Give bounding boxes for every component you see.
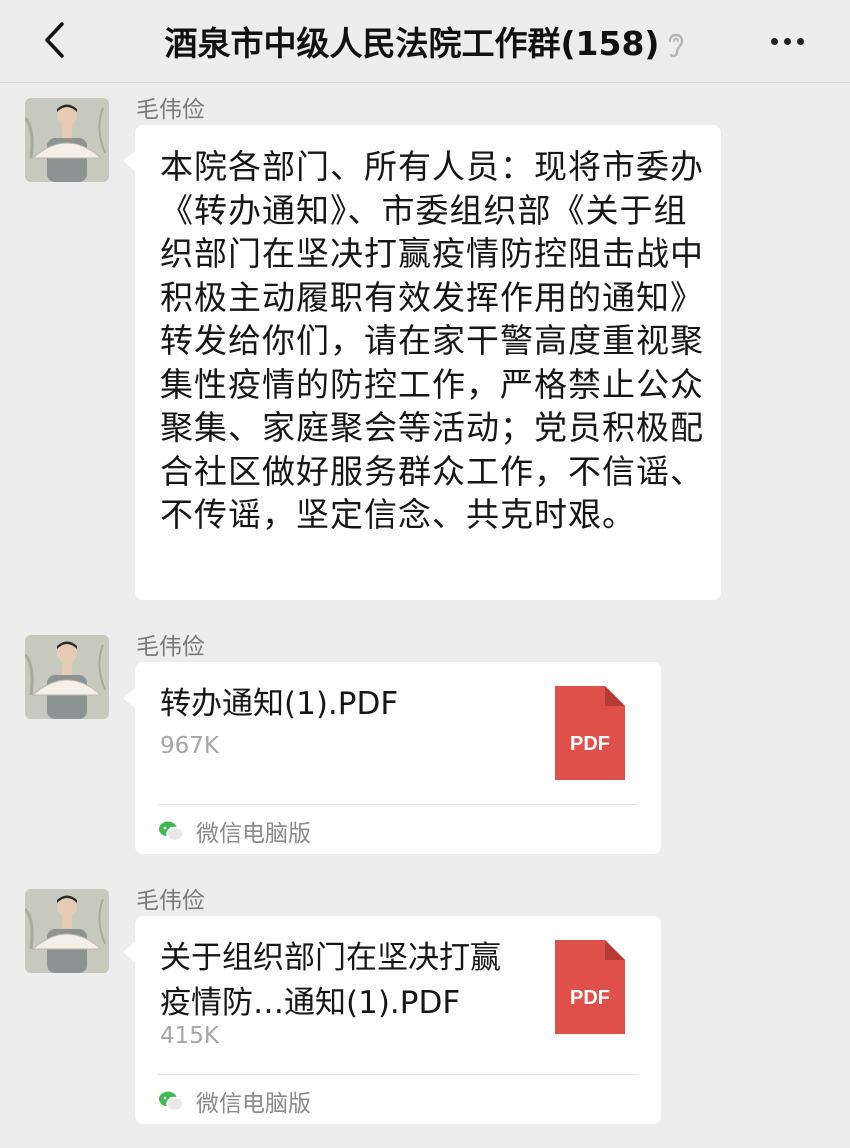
divider xyxy=(158,804,638,805)
avatar-image xyxy=(25,98,109,182)
source-app: 微信电脑版 xyxy=(158,814,311,848)
pdf-label: PDF xyxy=(570,733,610,755)
text-bubble[interactable]: 本院各部门、所有人员：现将市委办《转办通知》、市委组织部《关于组织部门在坚决打赢… xyxy=(123,125,721,600)
more-dot xyxy=(796,37,804,45)
more-options-button[interactable] xyxy=(762,24,812,58)
file-name: 转办通知(1).PDF xyxy=(160,686,399,722)
sender-name: 毛伟俭 xyxy=(136,97,205,123)
chat-title-wrap: 酒泉市中级人民法院工作群(158) xyxy=(0,0,850,82)
message-body: 本院各部门、所有人员：现将市委办《转办通知》、市委组织部《关于组织部门在坚决打赢… xyxy=(160,147,704,534)
file-bubble[interactable]: 关于组织部门在坚决打赢疫情防…通知(1).PDF 415K PDF 微信电脑版 xyxy=(123,916,661,1124)
file-size: 967K xyxy=(160,733,219,759)
chat-header: 酒泉市中级人民法院工作群(158) xyxy=(0,0,850,83)
file-name: 关于组织部门在坚决打赢疫情防…通知(1).PDF xyxy=(160,940,501,1021)
divider xyxy=(158,1074,638,1075)
source-label: 微信电脑版 xyxy=(196,1091,311,1117)
sender-name: 毛伟俭 xyxy=(136,888,205,914)
file-size: 415K xyxy=(160,1023,219,1049)
ear-icon xyxy=(668,33,683,58)
source-label: 微信电脑版 xyxy=(196,821,311,847)
file-bubble[interactable]: 转办通知(1).PDF 967K PDF 微信电脑版 xyxy=(123,662,661,854)
source-app: 微信电脑版 xyxy=(158,1084,311,1118)
more-dots-icon xyxy=(770,37,778,45)
avatar[interactable] xyxy=(25,98,109,182)
avatar-image xyxy=(25,889,109,973)
avatar[interactable] xyxy=(25,635,109,719)
wechat-icon xyxy=(159,821,184,842)
avatar-image xyxy=(25,635,109,719)
pdf-label: PDF xyxy=(570,987,610,1009)
pdf-file-icon: PDF xyxy=(555,686,625,780)
chat-title: 酒泉市中级人民法院工作群(158) xyxy=(164,24,660,63)
pdf-file-icon: PDF xyxy=(555,940,625,1034)
more-dot xyxy=(783,37,791,45)
sender-name: 毛伟俭 xyxy=(136,634,205,660)
avatar[interactable] xyxy=(25,889,109,973)
wechat-icon xyxy=(159,1091,184,1112)
